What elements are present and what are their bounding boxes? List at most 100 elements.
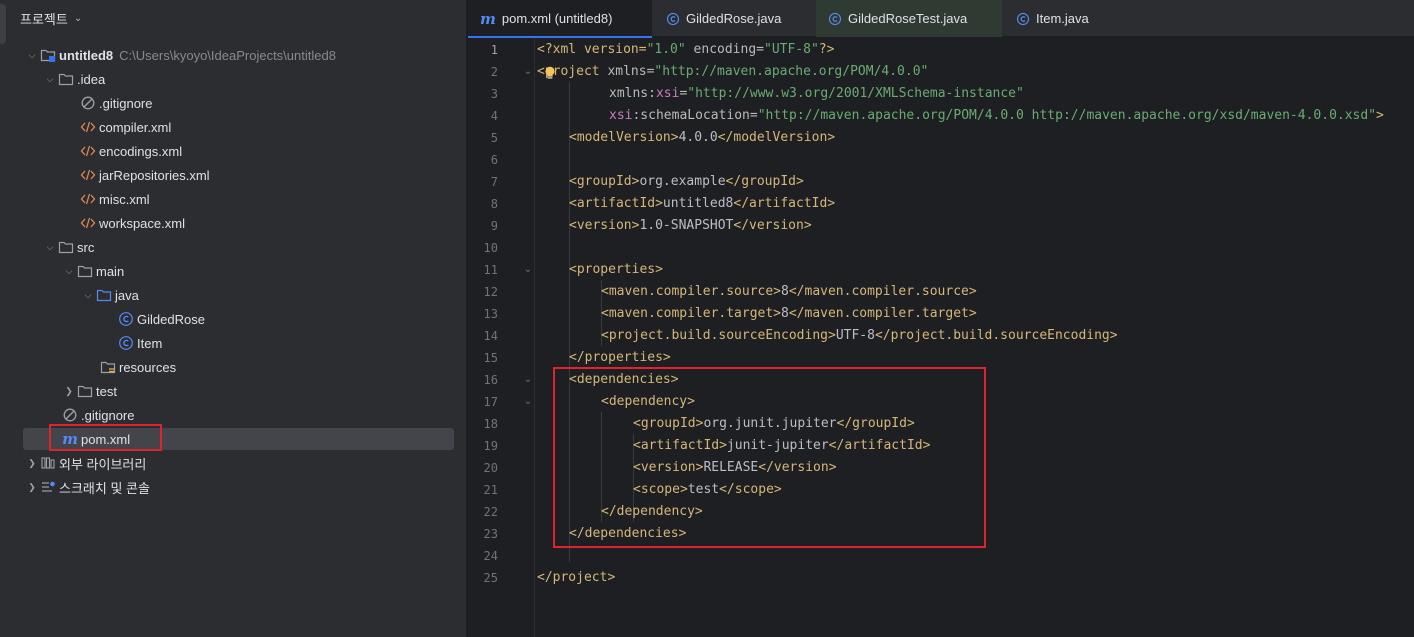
fold-chevron-icon[interactable]: ⌄ (522, 259, 534, 281)
close-tag: </artifactId> (733, 196, 836, 211)
tab-pom-xml[interactable]: m pom.xml (untitled8) (468, 0, 652, 38)
xml-file-icon (80, 143, 96, 159)
xmlns-xsi-attr: xmlns: (609, 86, 656, 101)
xml-file-icon (80, 191, 96, 207)
xml-encoding-attr: encoding= (685, 42, 764, 57)
tree-item-untitled8[interactable]: ⌵ untitled8 C:\Users\kyoyo\IdeaProjects\… (0, 43, 466, 67)
project-view-title: 프로젝트 (20, 11, 68, 27)
tree-item-resources[interactable]: resources (0, 355, 466, 379)
tree-item-label: workspace.xml (99, 215, 185, 231)
tree-item-java[interactable]: ⌵ java (0, 283, 466, 307)
tool-window-button[interactable] (0, 4, 6, 44)
tree-item-jarrepositories-xml[interactable]: jarRepositories.xml (0, 163, 466, 187)
java-class-icon (1016, 12, 1030, 26)
tab-label: GildedRoseTest.java (848, 11, 968, 26)
tree-item-item[interactable]: Item (0, 331, 466, 355)
fold-chevron-icon[interactable]: ⌄ (522, 391, 534, 413)
xsi-namespace: xsi (655, 86, 680, 101)
java-class-icon (118, 311, 134, 327)
tab-label: GildedRose.java (686, 11, 782, 26)
tree-item-label: .idea (77, 71, 106, 87)
chevron-right-icon[interactable]: ❯ (24, 458, 40, 469)
java-class-icon (828, 12, 842, 26)
highlight-box-pom-xml (49, 424, 162, 451)
chevron-right-icon[interactable]: ❯ (24, 482, 40, 493)
tree-item-scratches[interactable]: ❯ 스크래치 및 콘솔 (0, 475, 466, 499)
tab-gildedrosetest-java[interactable]: GildedRoseTest.java (816, 0, 1002, 37)
fold-chevron-icon[interactable]: ⌄ (522, 61, 534, 83)
chevron-down-icon: ⌄ (73, 12, 83, 24)
tree-item-external-libraries[interactable]: ❯ 외부 라이브러리 (0, 451, 466, 475)
code-line-14: <project.build.sourceEncoding>UTF-8</pro… (537, 325, 1118, 347)
code-line-13: <maven.compiler.target>8</maven.compiler… (537, 303, 977, 325)
line-number: 20 (483, 461, 498, 475)
tree-item-idea[interactable]: ⌵ .idea (0, 67, 466, 91)
schema-location-value: "http://maven.apache.org/POM/4.0.0 http:… (757, 108, 1377, 123)
fold-chevron-icon[interactable]: ⌄ (522, 369, 534, 391)
tab-item-java[interactable]: Item.java (1004, 0, 1124, 37)
lightbulb-icon[interactable] (544, 66, 556, 80)
close-tag: </maven.compiler.target> (788, 306, 977, 321)
tree-item-label: misc.xml (99, 191, 150, 207)
tag-text: org.example (639, 174, 726, 189)
xml-file-icon (80, 119, 96, 135)
tree-item-label: .gitignore (81, 407, 135, 423)
chevron-right-icon[interactable]: ❯ (61, 386, 77, 397)
tag-text: 8 (781, 306, 789, 321)
module-folder-icon (40, 47, 56, 63)
folder-icon (77, 263, 93, 279)
line-number-gutter[interactable]: 1 2 3 4 5 6 7 8 9 10 11 12 13 14 15 16 1… (468, 38, 534, 637)
line-number: 5 (490, 131, 498, 145)
line-number: 7 (490, 175, 498, 189)
tree-item-main[interactable]: ⌵ main (0, 259, 466, 283)
tree-item-test[interactable]: ❯ test (0, 379, 466, 403)
tree-item-encodings-xml[interactable]: encodings.xml (0, 139, 466, 163)
code-line-9: <version>1.0-SNAPSHOT</version> (537, 215, 812, 237)
tab-label: pom.xml (untitled8) (501, 11, 613, 26)
chevron-down-icon[interactable]: ⌵ (42, 74, 58, 85)
source-folder-icon (96, 287, 112, 303)
tree-item-compiler-xml[interactable]: compiler.xml (0, 115, 466, 139)
close-tag: </project.build.sourceEncoding> (874, 328, 1118, 343)
tab-gildedrose-java[interactable]: GildedRose.java (654, 0, 814, 37)
line-number: 24 (483, 549, 498, 563)
tree-item-workspace-xml[interactable]: workspace.xml (0, 211, 466, 235)
project-path-hint: C:\Users\kyoyo\IdeaProjects\untitled8 (119, 47, 336, 63)
editor-tab-bar: m pom.xml (untitled8) GildedRose.java Gi… (468, 0, 1414, 38)
open-tag: <groupId> (569, 174, 640, 189)
line-number: 22 (483, 505, 498, 519)
line-number: 11 (483, 263, 498, 277)
ignore-file-icon (80, 95, 96, 111)
tag-text: UTF-8 (835, 328, 875, 343)
line-number: 4 (490, 109, 498, 123)
tree-item-label: .gitignore (99, 95, 153, 111)
tree-item-label: untitled8 (59, 47, 114, 63)
line-number: 21 (483, 483, 498, 497)
resources-folder-icon (100, 359, 116, 375)
tree-item-label: Item (137, 335, 163, 351)
project-view-selector[interactable]: 프로젝트 ⌄ (20, 8, 82, 28)
line-number: 12 (483, 285, 498, 299)
code-line-4: xsi:schemaLocation="http://maven.apache.… (537, 105, 1384, 127)
line-number: 13 (483, 307, 498, 321)
tree-item-label: test (96, 383, 117, 399)
line-number: 2 (490, 65, 498, 79)
chevron-down-icon[interactable]: ⌵ (24, 50, 40, 61)
chevron-down-icon[interactable]: ⌵ (61, 266, 77, 277)
tree-item-idea-gitignore[interactable]: .gitignore (0, 91, 466, 115)
line-number: 19 (483, 439, 498, 453)
open-tag: <version> (569, 218, 640, 233)
tag-text: untitled8 (662, 196, 734, 211)
code-line-11: <properties> (537, 259, 663, 281)
java-class-icon (666, 12, 680, 26)
schema-location-attr: :schemaLocation= (632, 108, 758, 123)
chevron-down-icon[interactable]: ⌵ (80, 290, 96, 301)
tree-item-src[interactable]: ⌵ src (0, 235, 466, 259)
tab-label: Item.java (1036, 11, 1089, 26)
tree-item-label: resources (119, 359, 177, 375)
library-icon (40, 455, 56, 471)
chevron-down-icon[interactable]: ⌵ (42, 242, 58, 253)
tree-item-misc-xml[interactable]: misc.xml (0, 187, 466, 211)
tree-item-gildedrose[interactable]: GildedRose (0, 307, 466, 331)
xmlns-xsi-value: "http://www.w3.org/2001/XMLSchema-instan… (687, 86, 1024, 101)
